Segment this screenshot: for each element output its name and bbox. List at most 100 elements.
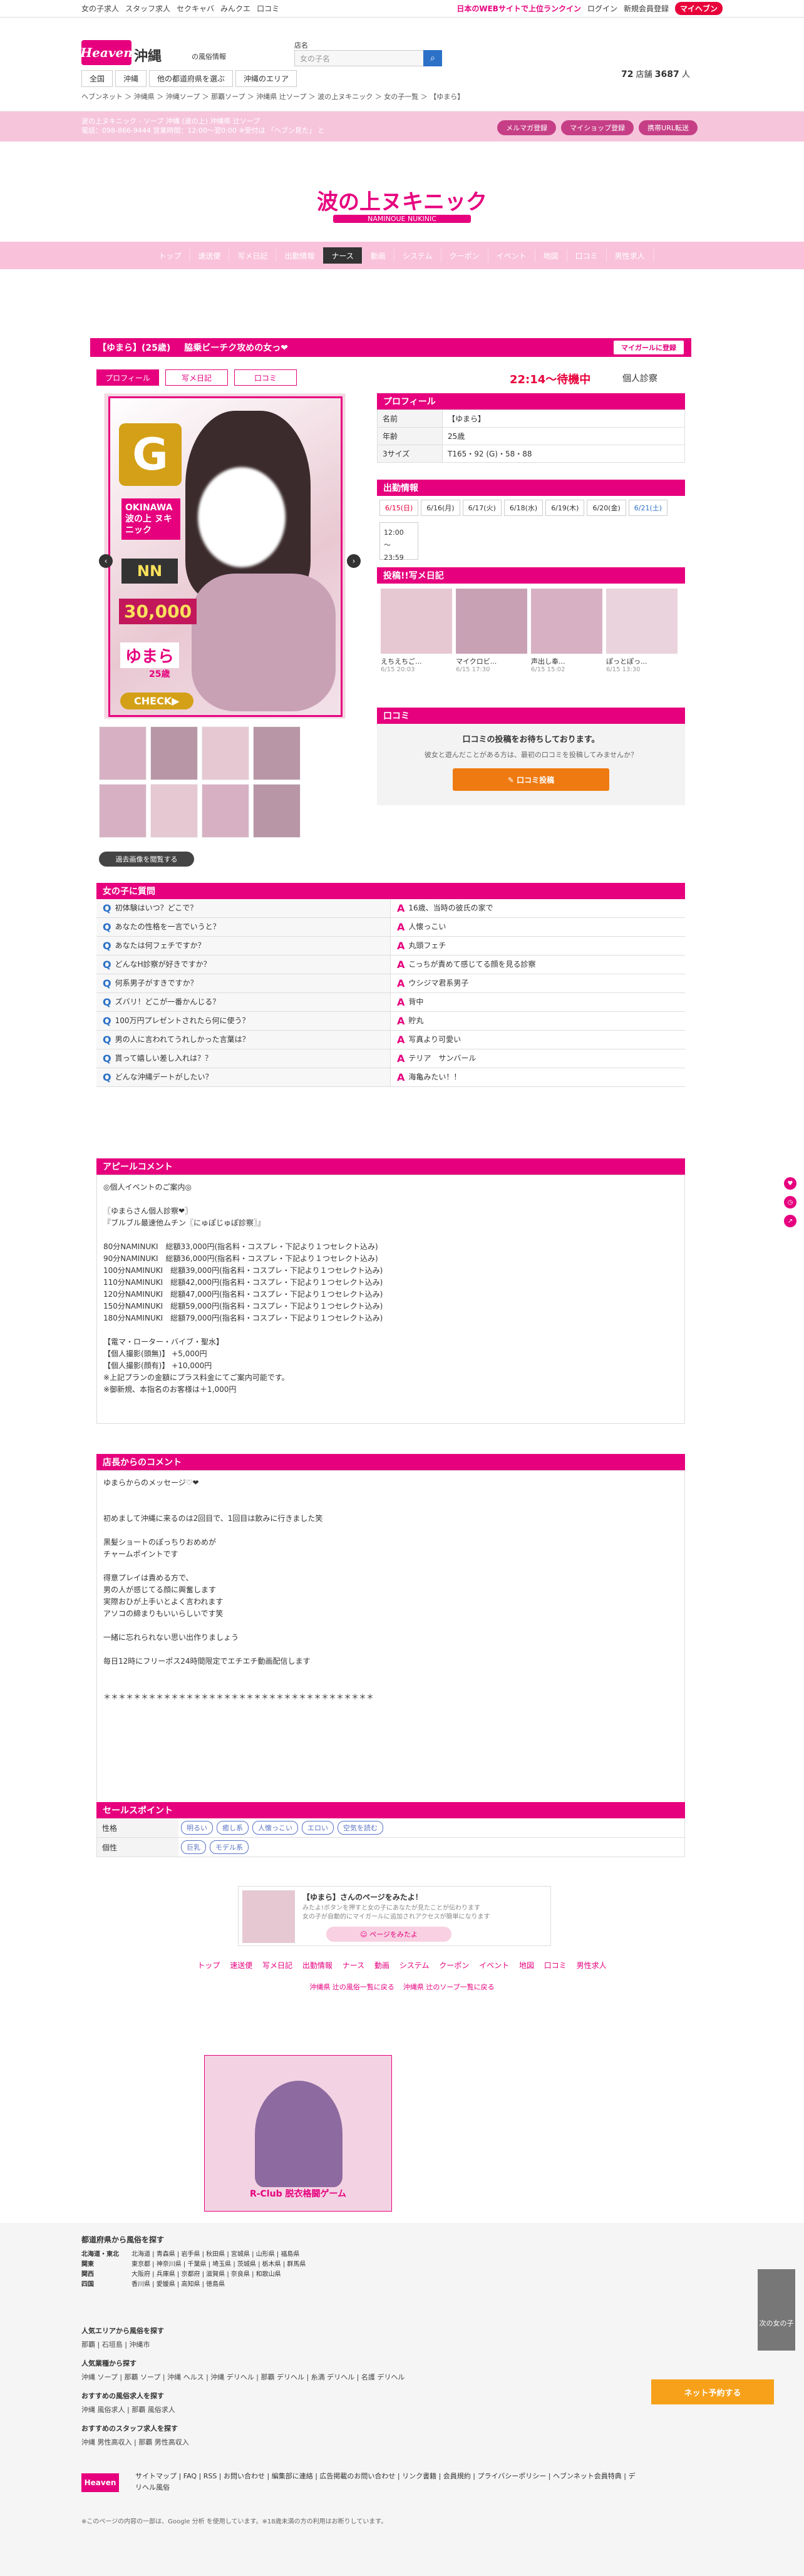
menu-review[interactable]: 口コミ (567, 249, 607, 262)
thumbnail[interactable] (99, 726, 147, 780)
schedule-day[interactable]: 6/20(金) (587, 500, 626, 516)
menu-coupon[interactable]: クーポン (441, 249, 488, 262)
ranking-link[interactable]: 日本のWEBサイトで上位ランクイン (456, 3, 581, 14)
tab-profile[interactable]: プロフィール (96, 369, 159, 386)
bottom-link[interactable]: 口コミ (544, 1961, 567, 1970)
schedule-day[interactable]: 6/15(日) (379, 500, 419, 516)
bottom-link[interactable]: 動画 (374, 1961, 389, 1970)
sales-row: 性格 明るい 癒し系 人懐っこい エロい 空気を読む (96, 1818, 685, 1838)
menu-event[interactable]: イベント (488, 249, 535, 262)
sales-tag[interactable]: 人懐っこい (252, 1821, 298, 1835)
viewed-button[interactable]: ☺ ページをみたよ (326, 1927, 451, 1942)
tab-okinawa[interactable]: 沖縄 (115, 70, 147, 87)
bottom-link[interactable]: 出勤情報 (302, 1961, 332, 1970)
topbar-item[interactable]: 口コミ (257, 3, 279, 14)
mobile-url-button[interactable]: 携帯URL転送 (639, 120, 698, 135)
menu-recruit[interactable]: 男性求人 (607, 249, 654, 262)
qa-question: 男の人に言われてうれしかった言葉は？ (115, 1035, 250, 1044)
bottom-link[interactable]: システム (399, 1961, 430, 1970)
bottom-link[interactable]: 男性求人 (577, 1961, 607, 1970)
main-photo[interactable]: G OKINAWA 波の上 ヌキニック NN 30,000 ゆまら 25歳 CH… (104, 393, 346, 719)
bottom-link[interactable]: 地図 (519, 1961, 534, 1970)
mygirl-button[interactable]: マイガールに登録 (614, 341, 684, 354)
ad-text: R-Club 脱衣格闘ゲーム (249, 2189, 347, 2199)
back-soap-link[interactable]: 沖縄県 辻のソープ一覧に戻る (403, 1983, 495, 1991)
thumbnail[interactable] (99, 784, 147, 838)
share-icon[interactable]: ↗ (784, 1215, 796, 1227)
thumbnail[interactable] (253, 784, 301, 838)
diary-item[interactable]: マイクロビ... 6/15 17:30 (456, 589, 527, 673)
topbar-item[interactable]: セクキャバ (177, 3, 214, 14)
login-link[interactable]: ログイン (587, 3, 617, 14)
topbar-item[interactable]: みんクエ (220, 3, 250, 14)
menu-schedule[interactable]: 出勤情報 (276, 249, 324, 262)
bottom-link[interactable]: 速送便 (230, 1961, 252, 1970)
next-girl-button[interactable]: 次の女の子 (758, 2269, 795, 2351)
thumbnail[interactable] (150, 726, 198, 780)
thumbnail[interactable] (202, 784, 249, 838)
a-icon: A (397, 902, 405, 914)
thumbnail[interactable] (150, 784, 198, 838)
menu-top[interactable]: トップ (150, 249, 190, 262)
bottom-link[interactable]: クーポン (439, 1961, 469, 1970)
schedule-day[interactable]: 6/19(木) (545, 500, 585, 516)
menu-nurse[interactable]: ナース (323, 247, 363, 264)
area-name: 沖縄 (134, 49, 162, 64)
search-button[interactable]: ⌕ (423, 50, 442, 66)
diary-image (606, 589, 678, 654)
register-link[interactable]: 新規会員登録 (624, 3, 669, 14)
sales-tag[interactable]: 明るい (181, 1821, 213, 1835)
heart-icon[interactable]: ♥ (784, 1177, 796, 1190)
shop-banner[interactable]: 波の上ヌキニック NAMINOUE NUKINIC (0, 142, 804, 242)
sales-tag[interactable]: モデル系 (210, 1840, 249, 1854)
topbar-item[interactable]: スタッフ求人 (125, 3, 170, 14)
tab-diary[interactable]: 写メ日記 (165, 369, 228, 386)
tab-national[interactable]: 全国 (81, 70, 113, 87)
next-photo-button[interactable]: › (347, 554, 361, 568)
menu-map[interactable]: 地図 (535, 249, 567, 262)
diary-item[interactable]: 声出し奉... 6/15 15:02 (531, 589, 602, 673)
thumbnail[interactable] (202, 726, 249, 780)
topbar-item[interactable]: 女の子求人 (81, 3, 119, 14)
search-input[interactable]: 女の子名 (294, 50, 432, 66)
menu-system[interactable]: システム (394, 249, 441, 262)
sales-tag[interactable]: 空気を読む (338, 1821, 383, 1835)
bottom-link[interactable]: イベント (479, 1961, 509, 1970)
sales-tag[interactable]: 巨乳 (181, 1840, 206, 1854)
footer-logo[interactable]: Heaven (81, 2473, 119, 2492)
tab-other-prefecture[interactable]: 他の都道府県を選ぶ (149, 70, 234, 87)
past-photos-button[interactable]: 過去画像を閲覧する (99, 852, 194, 867)
thumbnail[interactable] (253, 726, 301, 780)
menu-video[interactable]: 動画 (363, 249, 394, 262)
menu-diary[interactable]: 写メ日記 (229, 249, 277, 262)
sales-tag[interactable]: 癒し系 (217, 1821, 249, 1835)
bottom-link[interactable]: ナース (343, 1961, 364, 1970)
ad-banner[interactable]: R-Club 脱衣格闘ゲーム (204, 2055, 392, 2212)
menu-express[interactable]: 速送便 (190, 249, 230, 262)
tab-review[interactable]: 口コミ (234, 369, 297, 386)
footer-links[interactable]: サイトマップ | FAQ | RSS | お問い合わせ | 編集部に連絡 | 広… (135, 2471, 636, 2493)
tab-okinawa-area[interactable]: 沖縄のエリア (235, 70, 297, 87)
myheaven-button[interactable]: マイヘブン (674, 2, 723, 15)
bottom-link[interactable]: トップ (197, 1961, 220, 1970)
mailmag-button[interactable]: メルマガ登録 (497, 120, 557, 135)
sales-tag[interactable]: エロい (302, 1821, 334, 1835)
net-reserve-button[interactable]: ネット予約する (651, 2379, 774, 2404)
schedule-day[interactable]: 6/18(水) (503, 500, 544, 516)
back-fuzoku-link[interactable]: 沖縄県 辻の風俗一覧に戻る (309, 1983, 394, 1991)
clock-icon[interactable]: ◷ (784, 1196, 796, 1208)
diary-item[interactable]: えちえちご... 6/15 20:03 (381, 589, 452, 673)
myshop-button[interactable]: マイショップ登録 (561, 120, 634, 135)
schedule-day[interactable]: 6/21(土) (628, 500, 668, 516)
breadcrumb[interactable]: ヘブンネット ＞ 沖縄県 ＞ 沖縄ソープ ＞ 那覇ソープ ＞ 沖縄県 辻ソープ … (81, 91, 464, 101)
schedule-day[interactable]: 6/16(月) (421, 500, 460, 516)
prev-photo-button[interactable]: ‹ (99, 554, 113, 568)
heaven-logo[interactable]: Heaven (80, 40, 133, 65)
schedule-day[interactable]: 6/17(火) (462, 500, 502, 516)
qa-question: 貰って嬉しい差し入れは？？ (115, 1054, 213, 1063)
main-content: 【ゆまら】(25歳) 脇乗ビーチク攻めの女っ❤ マイガールに登録 プロフィール … (90, 338, 691, 1946)
qa-question: どんな沖縄デートがしたい？ (115, 1073, 213, 1081)
post-review-button[interactable]: ✎ 口コミ投稿 (453, 768, 609, 791)
diary-item[interactable]: ぽっとぽっ... 6/15 13:30 (606, 589, 678, 673)
bottom-link[interactable]: 写メ日記 (262, 1961, 292, 1970)
